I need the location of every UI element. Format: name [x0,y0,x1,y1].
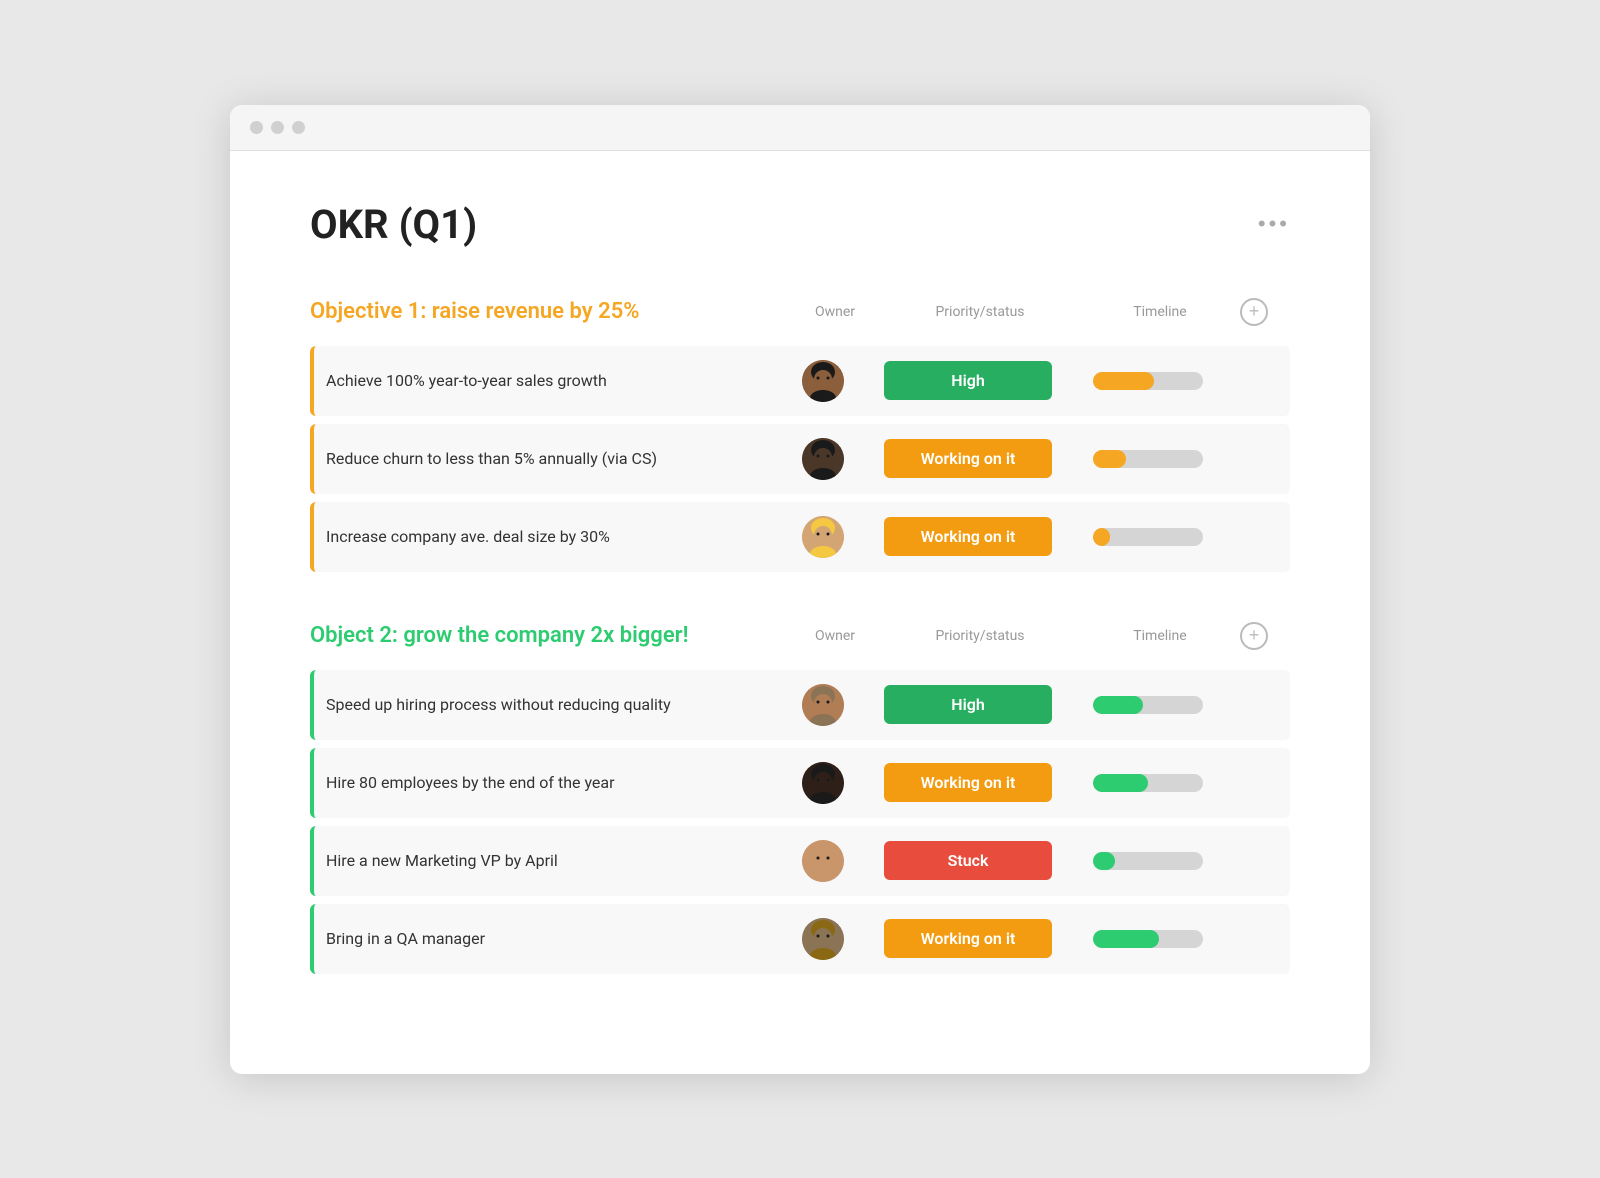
objective-header-2: Object 2: grow the company 2x bigger!Own… [310,622,1290,650]
add-key-result-button-2[interactable]: + [1240,622,1268,650]
owner-cell [778,918,868,960]
page-title: OKR (Q1) [310,201,477,248]
owner-cell [778,516,868,558]
status-badge[interactable]: Working on it [884,763,1052,802]
objective-header-1: Objective 1: raise revenue by 25%OwnerPr… [310,298,1290,326]
timeline-bar [1093,450,1203,468]
timeline-fill [1093,852,1115,870]
timeline-fill [1093,372,1154,390]
task-label: Speed up hiring process without reducing… [326,695,778,714]
avatar [802,516,844,558]
objectives-container: Objective 1: raise revenue by 25%OwnerPr… [310,298,1290,974]
objective-title-1: Objective 1: raise revenue by 25% [310,299,790,324]
avatar [802,360,844,402]
column-header-timeline: Timeline [1080,304,1240,320]
timeline-bar [1093,696,1203,714]
status-badge[interactable]: Working on it [884,517,1052,556]
title-bar [230,105,1370,151]
status-badge[interactable]: High [884,685,1052,724]
timeline-fill [1093,696,1143,714]
timeline-fill [1093,450,1126,468]
status-badge[interactable]: High [884,361,1052,400]
avatar [802,918,844,960]
table-row: Reduce churn to less than 5% annually (v… [310,424,1290,494]
priority-cell: High [868,685,1068,724]
objective-title-2: Object 2: grow the company 2x bigger! [310,623,790,648]
task-label: Hire 80 employees by the end of the year [326,773,778,792]
priority-cell: Stuck [868,841,1068,880]
status-badge[interactable]: Working on it [884,439,1052,478]
avatar [802,840,844,882]
table-row: Bring in a QA manager Working on it [310,904,1290,974]
main-content: OKR (Q1) ••• Objective 1: raise revenue … [230,151,1370,1074]
timeline-cell [1068,696,1228,714]
column-header-add: + [1240,622,1290,650]
column-header-owner: Owner [790,304,880,320]
owner-cell [778,762,868,804]
objective-section-2: Object 2: grow the company 2x bigger!Own… [310,622,1290,974]
app-window: OKR (Q1) ••• Objective 1: raise revenue … [230,105,1370,1074]
task-label: Increase company ave. deal size by 30% [326,527,778,546]
timeline-fill [1093,774,1148,792]
task-label: Achieve 100% year-to-year sales growth [326,371,778,390]
column-header-priority: Priority/status [880,304,1080,320]
table-row: Speed up hiring process without reducing… [310,670,1290,740]
timeline-fill [1093,930,1159,948]
timeline-fill [1093,528,1110,546]
add-key-result-button-1[interactable]: + [1240,298,1268,326]
table-row: Hire 80 employees by the end of the year… [310,748,1290,818]
priority-cell: High [868,361,1068,400]
column-header-priority: Priority/status [880,628,1080,644]
page-header: OKR (Q1) ••• [310,201,1290,248]
priority-cell: Working on it [868,919,1068,958]
priority-cell: Working on it [868,517,1068,556]
avatar [802,762,844,804]
owner-cell [778,840,868,882]
timeline-cell [1068,774,1228,792]
window-dot-3 [292,121,305,134]
status-badge[interactable]: Stuck [884,841,1052,880]
table-row: Hire a new Marketing VP by April Stuck [310,826,1290,896]
objective-section-1: Objective 1: raise revenue by 25%OwnerPr… [310,298,1290,572]
timeline-cell [1068,450,1228,468]
owner-cell [778,360,868,402]
timeline-cell [1068,372,1228,390]
priority-cell: Working on it [868,439,1068,478]
owner-cell [778,438,868,480]
timeline-bar [1093,774,1203,792]
status-badge[interactable]: Working on it [884,919,1052,958]
owner-cell [778,684,868,726]
avatar [802,438,844,480]
window-dot-2 [271,121,284,134]
task-label: Bring in a QA manager [326,929,778,948]
window-dot-1 [250,121,263,134]
avatar [802,684,844,726]
table-row: Achieve 100% year-to-year sales growth Hi… [310,346,1290,416]
timeline-cell [1068,852,1228,870]
priority-cell: Working on it [868,763,1068,802]
timeline-bar [1093,372,1203,390]
timeline-bar [1093,930,1203,948]
column-header-owner: Owner [790,628,880,644]
task-label: Hire a new Marketing VP by April [326,851,778,870]
table-row: Increase company ave. deal size by 30% Wo… [310,502,1290,572]
timeline-cell [1068,528,1228,546]
column-header-timeline: Timeline [1080,628,1240,644]
timeline-bar [1093,852,1203,870]
more-options-button[interactable]: ••• [1258,211,1290,237]
timeline-bar [1093,528,1203,546]
timeline-cell [1068,930,1228,948]
column-header-add: + [1240,298,1290,326]
task-label: Reduce churn to less than 5% annually (v… [326,449,778,468]
